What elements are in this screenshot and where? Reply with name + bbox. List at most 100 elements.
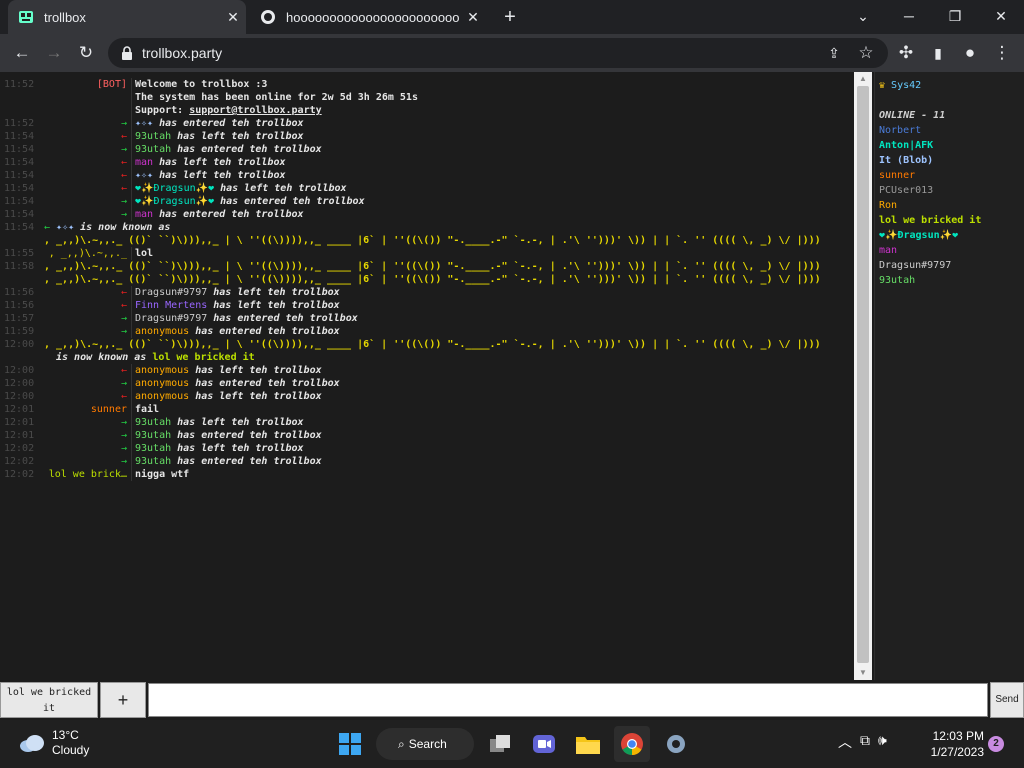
message-username[interactable]: man xyxy=(135,209,153,220)
profile-avatar-icon[interactable]: ● xyxy=(956,39,984,67)
message-username[interactable]: ✦✧✦ xyxy=(135,118,153,129)
bookmark-star-icon[interactable]: ☆ xyxy=(852,39,880,67)
chrome-taskbar-icon[interactable] xyxy=(614,726,650,762)
taskbar-clock[interactable]: 12:03 PM 1/27/2023 xyxy=(920,728,984,760)
maximize-button[interactable]: ❐ xyxy=(932,0,978,32)
current-channel-button[interactable]: lol we bricked it xyxy=(0,682,98,718)
task-view-icon[interactable] xyxy=(482,726,518,762)
nick-separator xyxy=(131,468,132,481)
nick-separator xyxy=(131,208,132,221)
message-action: is now known as xyxy=(56,352,147,363)
network-icon[interactable]: ⧉ xyxy=(860,732,870,752)
back-icon[interactable]: ← xyxy=(8,39,36,67)
message-username[interactable]: anonymous xyxy=(135,326,189,337)
notification-badge[interactable]: 2 xyxy=(988,736,1004,752)
chat-message: 11:56 ← Finn Mertens has left teh trollbox xyxy=(0,299,854,312)
message-username[interactable]: Dragsun#9797 xyxy=(135,287,207,298)
taskbar-search-button[interactable]: ⌕ Search xyxy=(376,728,474,760)
message-nick[interactable]: sunner xyxy=(40,403,127,416)
file-explorer-icon[interactable] xyxy=(570,726,606,762)
message-input[interactable] xyxy=(148,683,988,717)
user-list-item[interactable]: Dragsun#9797 xyxy=(879,258,1024,273)
reload-icon[interactable]: ↻ xyxy=(72,39,100,67)
message-username[interactable]: Finn Mertens xyxy=(135,300,207,311)
scrollbar-thumb[interactable] xyxy=(857,86,869,663)
chat-message: 11:56 ← Dragsun#9797 has left teh trollbox xyxy=(0,286,854,299)
send-button[interactable]: Send xyxy=(990,682,1024,718)
nick-separator xyxy=(131,247,132,260)
user-list-item[interactable]: It (Blob) xyxy=(879,153,1024,168)
message-action: has entered teh trollbox xyxy=(159,209,304,220)
teams-chat-icon[interactable] xyxy=(526,726,562,762)
message-nick[interactable]: lol we brick… xyxy=(40,468,127,481)
tab-search-icon[interactable]: ⌄ xyxy=(840,0,886,32)
new-tab-button[interactable]: + xyxy=(496,3,524,31)
message-username[interactable]: ❤✨Ðragsun✨❤ xyxy=(135,196,214,207)
message-username[interactable]: anonymous xyxy=(135,365,189,376)
user-list-item[interactable]: man xyxy=(879,243,1024,258)
settings-gear-icon[interactable] xyxy=(658,726,694,762)
message-username[interactable]: ❤✨Ðragsun✨❤ xyxy=(135,183,214,194)
message-username[interactable]: Dragsun#9797 xyxy=(135,313,207,324)
menu-kebab-icon[interactable]: ⋮ xyxy=(988,39,1016,67)
message-username[interactable]: 93utah xyxy=(135,144,171,155)
tab-close-icon[interactable]: ✕ xyxy=(220,9,246,26)
weather-widget[interactable]: 13°C Cloudy xyxy=(18,728,89,758)
message-username[interactable]: lol we bricked it xyxy=(152,352,254,363)
user-list-item[interactable]: lol we bricked it xyxy=(879,213,1024,228)
scroll-down-arrow-icon[interactable]: ▼ xyxy=(854,666,872,680)
address-bar[interactable]: trollbox.party xyxy=(108,38,888,68)
message-username[interactable]: 93utah xyxy=(135,443,171,454)
nick-separator xyxy=(131,104,132,117)
message-username[interactable]: 93utah xyxy=(135,131,171,142)
join-arrow-icon: → xyxy=(120,313,127,324)
message-username[interactable]: 93utah xyxy=(135,417,171,428)
side-panel-icon[interactable]: ▮ xyxy=(924,39,952,67)
nick-separator xyxy=(131,299,132,312)
user-list-item[interactable]: 93utah xyxy=(879,273,1024,288)
volume-icon[interactable]: 🕪 xyxy=(878,732,887,752)
user-list-item[interactable]: Norbert xyxy=(879,123,1024,138)
add-channel-button[interactable]: + xyxy=(100,682,146,718)
chat-message: 12:01 sunner fail xyxy=(0,403,854,416)
chat-scrollbar[interactable]: ▲ ▼ xyxy=(854,72,872,680)
message-username[interactable]: anonymous xyxy=(135,378,189,389)
forward-icon[interactable]: → xyxy=(40,39,68,67)
user-list-item[interactable]: Anton|AFK xyxy=(879,138,1024,153)
windows-start-icon[interactable] xyxy=(332,726,368,762)
share-icon[interactable]: ⇪ xyxy=(820,39,848,67)
extensions-puzzle-icon[interactable]: ✣ xyxy=(892,39,920,67)
close-window-button[interactable]: ✕ xyxy=(978,0,1024,32)
nick-separator xyxy=(131,416,132,429)
minimize-button[interactable]: ─ xyxy=(886,0,932,32)
support-email-link[interactable]: support@trollbox.party xyxy=(189,105,321,116)
nick-separator xyxy=(131,169,132,182)
user-list-item[interactable]: Ron xyxy=(879,198,1024,213)
message-body: anonymous has left teh trollbox xyxy=(135,390,322,403)
message-username[interactable]: anonymous xyxy=(135,391,189,402)
tab-trollbox[interactable]: trollbox ✕ xyxy=(8,0,246,34)
room-owner[interactable]: ♛ Sys42 xyxy=(879,78,1024,93)
chat-message: 12:00 , _,,)\.~,,._ (()` ``)\))),,_ | \ '… xyxy=(0,338,854,351)
message-username[interactable]: ✦✧✦ xyxy=(56,222,74,233)
show-hidden-icons-chevron-icon[interactable]: ︿ xyxy=(838,732,852,752)
message-username[interactable]: ✦✧✦ xyxy=(135,170,153,181)
message-username[interactable]: 93utah xyxy=(135,430,171,441)
clock-time: 12:03 PM xyxy=(932,729,984,743)
tab-hooo[interactable]: hoooooooooooooooooooooooooo ✕ xyxy=(250,0,486,34)
message-username[interactable]: man xyxy=(135,157,153,168)
message-nick[interactable]: , _,,)\.~,,._ xyxy=(40,247,127,260)
scroll-up-arrow-icon[interactable]: ▲ xyxy=(854,72,872,86)
join-arrow-icon: → xyxy=(120,144,127,155)
user-list-item[interactable]: sunner xyxy=(879,168,1024,183)
chat-log[interactable]: 11:52 [BOT] Welcome to trollbox :3 The syst… xyxy=(0,72,854,680)
message-username[interactable]: 93utah xyxy=(135,456,171,467)
chat-message: 12:02 lol we brick… nigga wtf xyxy=(0,468,854,481)
message-nick[interactable]: [BOT] xyxy=(40,78,127,91)
user-list-item[interactable]: PCUser013 xyxy=(879,183,1024,198)
github-favicon-icon xyxy=(261,10,275,24)
user-list-item[interactable]: ❤✨Ðragsun✨❤ xyxy=(879,228,1024,243)
tab-close-icon[interactable]: ✕ xyxy=(460,9,486,26)
crown-icon: ♛ xyxy=(879,80,892,91)
